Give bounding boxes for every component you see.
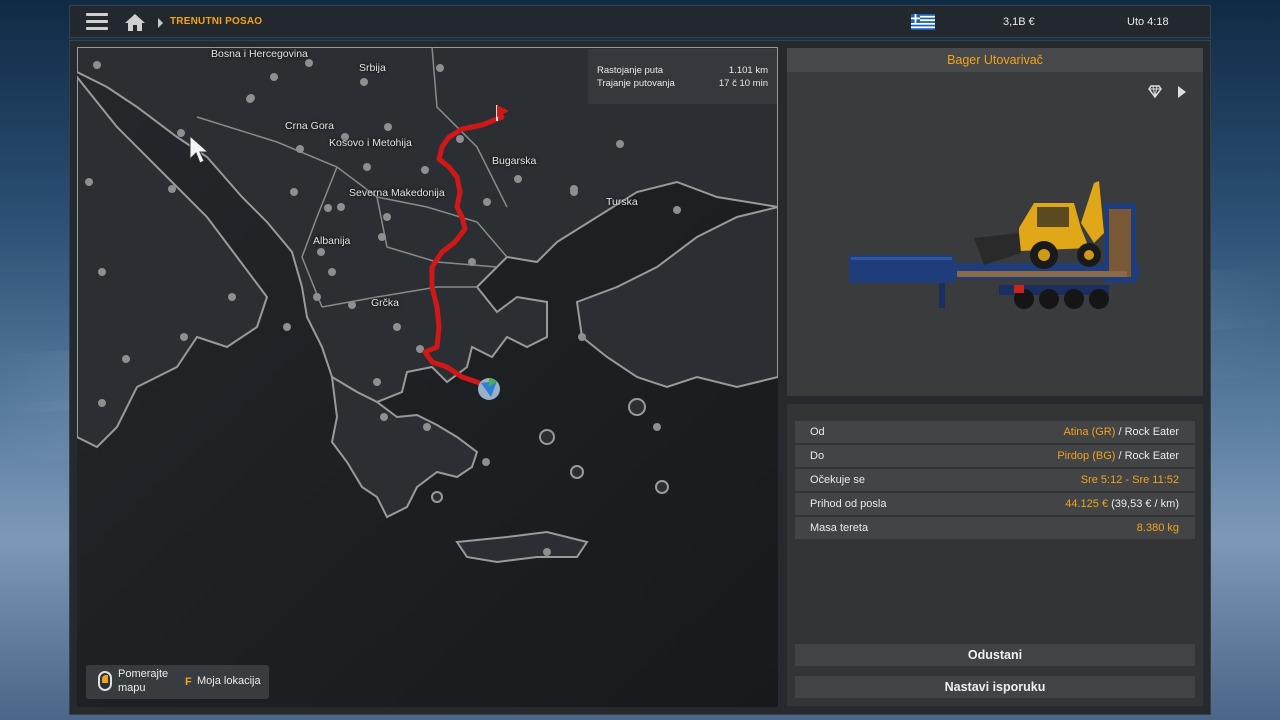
from-label: Od [810, 426, 825, 438]
cargo-title: Bager Utovarivač [787, 48, 1203, 72]
map-label-grcka: Grčka [371, 297, 400, 309]
menu-icon[interactable] [86, 13, 108, 31]
income-value: 44.125 € (39,53 € / km) [1065, 493, 1179, 515]
map-label-makedonija: Severna Makedonija [349, 187, 445, 199]
money-display: 3,1B € [1003, 16, 1035, 28]
expected-label: Očekuje se [810, 474, 866, 486]
detail-row-income: Prihod od posla 44.125 € (39,53 € / km) [795, 493, 1195, 515]
map-controls-hint: Pomerajte mapu F Moja lokacija [86, 665, 269, 699]
map-label-albanija: Albanija [313, 235, 351, 247]
to-value: Pirdop (BG) / Rock Eater [1057, 445, 1179, 467]
map-label-srbija: Srbija [359, 62, 386, 74]
duration-value: 17 č 10 min [718, 78, 768, 89]
mass-label: Masa tereta [810, 522, 869, 534]
mouse-icon [98, 671, 112, 691]
map-label-turska: Turska [606, 196, 638, 208]
to-city: Pirdop (BG) [1057, 450, 1116, 462]
continue-delivery-button[interactable]: Nastavi isporuku [795, 676, 1195, 698]
map-label-kosovo: Kosovo i Metohija [329, 137, 412, 149]
clock-display: Uto 4:18 [1127, 16, 1169, 28]
top-bar: TRENUTNI POSAO 3,1B € Uto 4:18 [69, 5, 1211, 38]
home-icon[interactable] [124, 13, 146, 32]
map-canvas [77, 47, 778, 707]
distance-label: Rastojanje puta [597, 65, 664, 76]
map-label-bugarska: Bugarska [492, 155, 537, 167]
key-hint-f: F [185, 676, 192, 688]
duration-label: Trajanje putovanja [597, 78, 675, 89]
from-company: / Rock Eater [1115, 426, 1179, 438]
detail-row-mass: Masa tereta 8.380 kg [795, 517, 1195, 539]
mouse-cursor-icon [189, 135, 209, 164]
mass-value: 8.380 kg [1136, 522, 1179, 534]
detail-row-to: Do Pirdop (BG) / Rock Eater [795, 445, 1195, 467]
map-label-bosna: Bosna i Hercegovina [211, 48, 308, 60]
diamond-icon[interactable] [1148, 84, 1162, 98]
route-info-box: Rastojanje puta 1.101 km Trajanje putova… [588, 49, 777, 104]
next-arrow-icon[interactable] [1177, 85, 1187, 99]
breadcrumb-arrow-icon [158, 18, 163, 28]
route-map[interactable]: Bosna i Hercegovina Srbija Crna Gora Kos… [77, 47, 778, 707]
detail-row-expected: Očekuje se Sre 5:12 - Sre 11:52 [795, 469, 1195, 491]
my-location-button[interactable]: Moja lokacija [197, 675, 261, 688]
expected-value: Sre 5:12 - Sre 11:52 [1080, 474, 1179, 486]
income-amount: 44.125 € [1065, 498, 1109, 510]
distance-value: 1.101 km [728, 65, 768, 76]
detail-row-from: Od Atina (GR) / Rock Eater [795, 421, 1195, 443]
pan-map-text-line1: Pomerajte [118, 668, 169, 680]
greece-flag-icon [911, 14, 935, 30]
from-value: Atina (GR) / Rock Eater [1063, 421, 1179, 443]
income-label: Prihod od posla [810, 498, 887, 510]
from-city: Atina (GR) [1063, 426, 1116, 438]
cargo-panel: Bager Utovarivač [787, 48, 1203, 396]
to-label: Do [810, 450, 825, 462]
cancel-button[interactable]: Odustani [795, 644, 1195, 666]
to-company: / Rock Eater [1115, 450, 1179, 462]
income-per-km: (39,53 € / km) [1108, 498, 1179, 510]
breadcrumb[interactable]: TRENUTNI POSAO [170, 16, 262, 27]
map-label-crna-gora: Crna Gora [285, 120, 335, 132]
cargo-image [849, 181, 1139, 309]
pan-map-text-line2: mapu [118, 682, 146, 694]
